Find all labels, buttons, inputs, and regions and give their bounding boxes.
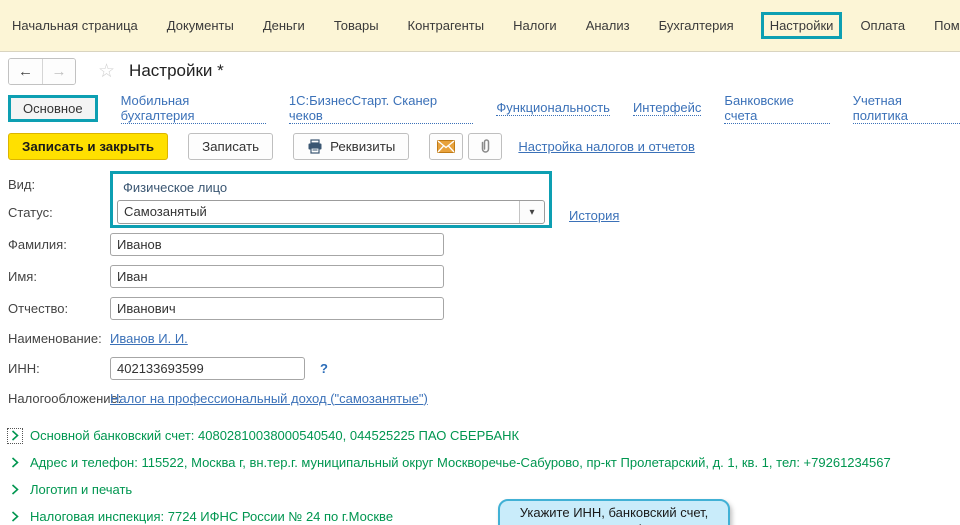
menu-item-taxes[interactable]: Налоги xyxy=(511,14,559,37)
status-selected-value: Самозанятый xyxy=(124,204,207,219)
menu-item-payment[interactable]: Оплата xyxy=(858,14,907,37)
history-buttons: ← → xyxy=(8,57,76,85)
status-label: Статус: xyxy=(8,205,53,220)
top-menu-bar: Начальная страница Документы Деньги Това… xyxy=(0,0,960,52)
taxation-label: Налогообложение: xyxy=(8,390,122,406)
hint-callout: Укажите ИНН, банковский счет, адрес, тел… xyxy=(498,499,730,525)
status-history-link[interactable]: История xyxy=(569,208,619,223)
firstname-field[interactable] xyxy=(110,264,444,288)
chevron-right-icon[interactable] xyxy=(8,510,22,524)
favorite-star-icon[interactable]: ☆ xyxy=(98,60,115,83)
kind-value: Физическое лицо xyxy=(123,180,228,195)
inn-label: ИНН: xyxy=(8,360,40,376)
lastname-label: Фамилия: xyxy=(8,236,67,252)
section-bank-account-label: Основной банковский счет: 40802810038000… xyxy=(30,428,520,443)
back-arrow-icon: ← xyxy=(18,62,33,80)
tabs-row: Основное Мобильная бухгалтерия 1С:Бизнес… xyxy=(0,90,960,126)
status-select[interactable]: Самозанятый ▾ xyxy=(117,200,545,224)
tax-report-settings-link[interactable]: Настройка налогов и отчетов xyxy=(518,139,694,154)
chevron-right-icon[interactable] xyxy=(7,427,23,444)
menu-item-settings-active[interactable]: Настройки xyxy=(760,12,843,39)
forward-button[interactable]: → xyxy=(42,58,75,84)
middlename-row: Отчество: xyxy=(8,292,960,324)
status-dropdown-button[interactable]: ▾ xyxy=(519,201,544,223)
menu-item-counterparties[interactable]: Контрагенты xyxy=(406,14,487,37)
hint-line-2: адрес, телефон, xyxy=(506,521,722,525)
section-logo-stamp[interactable]: Логотип и печать xyxy=(8,476,960,503)
tab-accounting-policy[interactable]: Учетная политика xyxy=(852,93,960,124)
menu-item-analysis[interactable]: Анализ xyxy=(584,14,632,37)
tab-mobile-accounting[interactable]: Мобильная бухгалтерия xyxy=(120,93,266,124)
menu-item-documents[interactable]: Документы xyxy=(165,14,236,37)
inn-field[interactable] xyxy=(110,356,305,380)
envelope-icon xyxy=(437,139,456,153)
save-button[interactable]: Записать xyxy=(188,132,274,160)
expandable-sections: Основной банковский счет: 40802810038000… xyxy=(0,412,960,525)
attachments-button[interactable] xyxy=(468,132,503,160)
navigation-row: ← → ☆ Настройки * xyxy=(0,52,960,90)
menu-item-home[interactable]: Начальная страница xyxy=(10,14,140,37)
naming-label: Наименование: xyxy=(8,330,102,346)
menu-item-money[interactable]: Деньги xyxy=(261,14,307,37)
chevron-right-icon[interactable] xyxy=(8,483,22,497)
section-bank-account[interactable]: Основной банковский счет: 40802810038000… xyxy=(7,422,960,449)
taxation-row: Налогообложение: Налог на профессиональн… xyxy=(8,384,960,412)
naming-row: Наименование: Иванов И. И. xyxy=(8,324,960,352)
menu-item-help[interactable]: Помощь xyxy=(932,14,960,37)
tab-functionality[interactable]: Функциональность xyxy=(496,100,610,116)
inn-row: ИНН: ? xyxy=(8,352,960,384)
section-logo-stamp-label: Логотип и печать xyxy=(30,482,133,497)
lastname-row: Фамилия: xyxy=(8,228,960,260)
section-address-phone[interactable]: Адрес и телефон: 115522, Москва г, вн.те… xyxy=(8,449,960,476)
tab-interface[interactable]: Интерфейс xyxy=(632,100,702,116)
back-button[interactable]: ← xyxy=(9,58,42,84)
naming-link[interactable]: Иванов И. И. xyxy=(110,331,188,346)
section-tax-inspection[interactable]: Налоговая инспекция: 7724 ИФНС России № … xyxy=(8,503,960,525)
tab-bank-accounts[interactable]: Банковские счета xyxy=(724,93,830,124)
form-toolbar: Записать и закрыть Записать Реквизиты На… xyxy=(0,126,960,166)
inn-help-icon[interactable]: ? xyxy=(320,361,328,376)
kind-status-block: Вид: Статус: Физическое лицо Самозанятый… xyxy=(8,171,960,228)
tab-main[interactable]: Основное xyxy=(8,94,98,122)
menu-item-accounting[interactable]: Бухгалтерия xyxy=(657,14,736,37)
kind-label: Вид: xyxy=(8,177,36,192)
middlename-field[interactable] xyxy=(110,296,444,320)
settings-form: Вид: Статус: Физическое лицо Самозанятый… xyxy=(0,166,960,525)
chevron-right-icon[interactable] xyxy=(8,456,22,470)
lastname-field[interactable] xyxy=(110,232,444,256)
chevron-down-icon: ▾ xyxy=(529,206,535,218)
printer-icon xyxy=(308,138,322,154)
send-email-button[interactable] xyxy=(429,132,464,160)
requisites-button[interactable]: Реквизиты xyxy=(293,132,410,160)
tab-businessstart-scanner[interactable]: 1С:БизнесСтарт. Сканер чеков xyxy=(288,93,474,124)
middlename-label: Отчество: xyxy=(8,300,69,316)
section-address-phone-label: Адрес и телефон: 115522, Москва г, вн.те… xyxy=(30,455,891,470)
hint-line-1: Укажите ИНН, банковский счет, xyxy=(519,505,709,520)
save-and-close-button[interactable]: Записать и закрыть xyxy=(8,132,169,160)
firstname-label: Имя: xyxy=(8,268,37,284)
menu-item-goods[interactable]: Товары xyxy=(332,14,381,37)
page-title: Настройки * xyxy=(129,61,224,80)
firstname-row: Имя: xyxy=(8,260,960,292)
forward-arrow-icon: → xyxy=(51,62,67,80)
section-tax-inspection-label: Налоговая инспекция: 7724 ИФНС России № … xyxy=(30,509,394,524)
kind-status-highlight-box: Физическое лицо Самозанятый ▾ xyxy=(110,171,552,228)
taxation-link[interactable]: Налог на профессиональный доход ("самоза… xyxy=(110,391,428,406)
requisites-button-label: Реквизиты xyxy=(330,138,396,154)
paperclip-icon xyxy=(482,139,490,153)
